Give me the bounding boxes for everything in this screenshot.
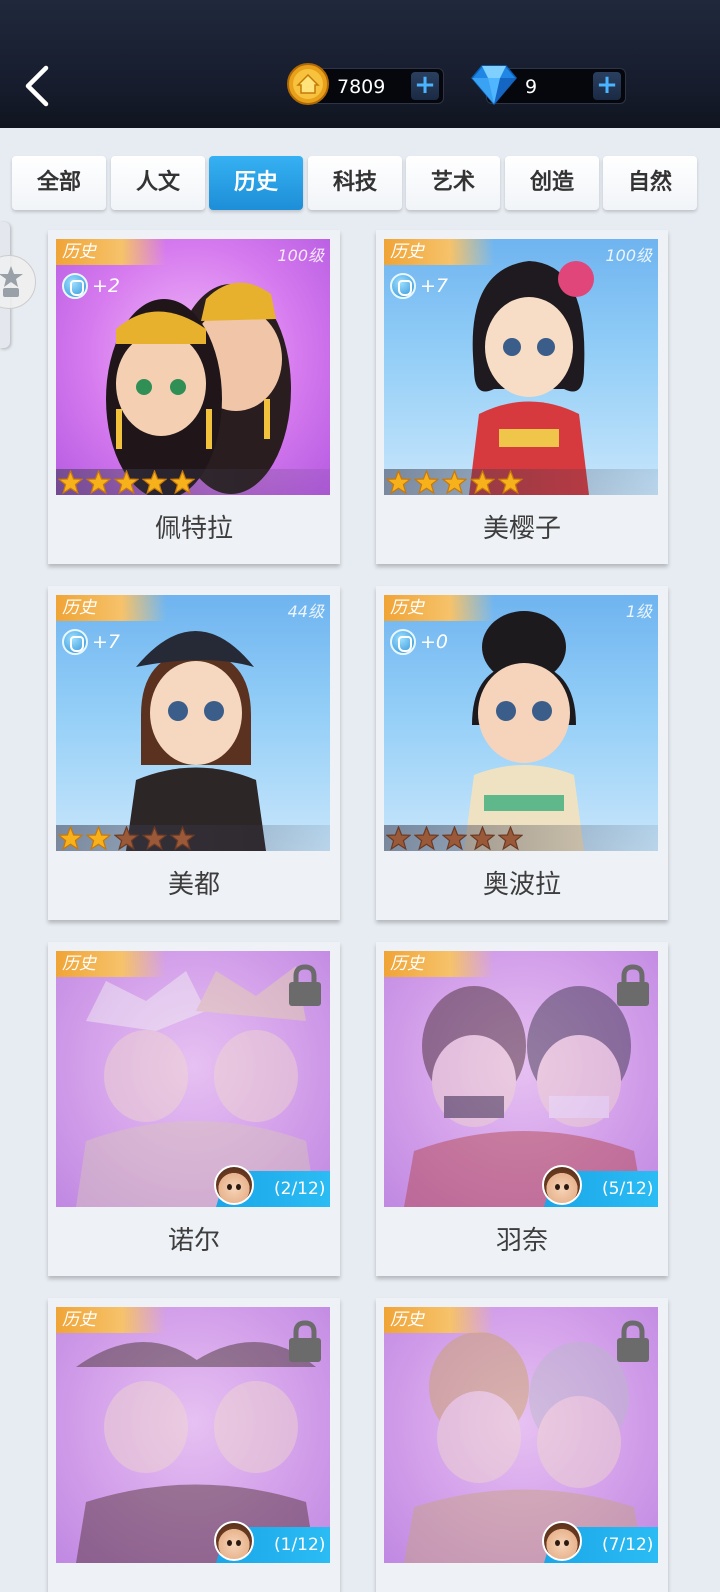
character-name: 奥波拉 [482, 870, 561, 900]
star-icon [142, 470, 167, 495]
star-rating [384, 469, 658, 495]
skill-value: +7 [420, 275, 449, 297]
category-tag: 历史 [384, 951, 494, 977]
star-icon [386, 826, 411, 851]
character-portrait: 历史 100级 +7 [384, 239, 658, 495]
character-portrait: 历史 (2/12) [56, 951, 330, 1207]
star-icon [170, 470, 195, 495]
level-label: 44级 [287, 602, 324, 621]
level-label: 1级 [625, 602, 652, 621]
level-label: 100级 [605, 246, 652, 265]
star-icon [470, 826, 495, 851]
star-icon [498, 470, 523, 495]
gem-amount: 9 [525, 76, 538, 98]
skill-value: +0 [420, 631, 449, 653]
tab-technology[interactable]: 科技 [308, 156, 402, 210]
top-bar: 7809 + 9 + [0, 0, 720, 128]
star-icon [142, 826, 167, 851]
character-card[interactable]: 历史 44级 +7 美都 [48, 586, 340, 920]
star-icon [442, 470, 467, 495]
skill-badge-icon [390, 629, 416, 655]
skill-badge: +2 [62, 273, 120, 299]
skill-badge: +7 [62, 629, 120, 655]
skill-badge: +0 [390, 629, 448, 655]
skill-value: +7 [92, 631, 121, 653]
category-tag: 历史 [384, 239, 494, 265]
category-tag: 历史 [56, 1307, 166, 1333]
category-tabs: 全部 人文 历史 科技 艺术 创造 自然 [0, 128, 720, 226]
character-name: 佩特拉 [154, 514, 233, 544]
star-rating [56, 825, 330, 851]
character-name: 羽奈 [495, 1226, 548, 1256]
add-gems-button[interactable]: + [593, 72, 621, 100]
shard-avatar [542, 1521, 582, 1561]
category-tag: 历史 [56, 951, 166, 977]
star-icon [498, 826, 523, 851]
category-tag: 历史 [384, 595, 494, 621]
tab-history[interactable]: 历史 [209, 156, 303, 210]
character-name: 美都 [167, 870, 220, 900]
level-label: 100级 [277, 246, 324, 265]
character-card[interactable]: 历史 100级 +7 美樱子 [376, 230, 668, 564]
character-card[interactable]: 历史 (5/12) 羽奈 [376, 942, 668, 1276]
star-icon [442, 826, 467, 851]
character-name: 诺尔 [167, 1226, 220, 1256]
shard-avatar [214, 1165, 254, 1205]
character-card[interactable]: 历史 1级 +0 奥波拉 [376, 586, 668, 920]
character-portrait: 历史 (7/12) [384, 1307, 658, 1563]
skill-badge-icon [62, 629, 88, 655]
tab-all[interactable]: 全部 [12, 156, 106, 210]
character-portrait: 历史 44级 +7 [56, 595, 330, 851]
star-icon [86, 826, 111, 851]
star-icon [414, 470, 439, 495]
lock-icon [289, 964, 321, 1006]
skill-badge: +7 [390, 273, 448, 299]
star-icon [114, 826, 139, 851]
skill-value: +2 [92, 275, 121, 297]
lock-icon [617, 1320, 649, 1362]
character-card[interactable]: 历史 (2/12) 诺尔 [48, 942, 340, 1276]
character-card[interactable]: 历史 100级 +2 佩特拉 [48, 230, 340, 564]
diamond-icon [471, 65, 517, 106]
category-tag: 历史 [384, 1307, 494, 1333]
character-portrait: 历史 (5/12) [384, 951, 658, 1207]
character-card[interactable]: 历史 (1/12) [48, 1298, 340, 1592]
coin-amount: 7809 [337, 76, 386, 98]
lock-icon [617, 964, 649, 1006]
star-icon [170, 826, 195, 851]
coin-icon [287, 63, 329, 105]
character-portrait: 历史 1级 +0 [384, 595, 658, 851]
shard-avatar [542, 1165, 582, 1205]
category-tag: 历史 [56, 595, 166, 621]
category-tag: 历史 [56, 239, 166, 265]
star-icon [114, 470, 139, 495]
character-portrait: 历史 100级 +2 [56, 239, 330, 495]
skill-badge-icon [62, 273, 88, 299]
tab-humanities[interactable]: 人文 [111, 156, 205, 210]
star-icon [470, 470, 495, 495]
star-icon [414, 826, 439, 851]
character-name: 美樱子 [482, 514, 561, 544]
tab-creation[interactable]: 创造 [505, 156, 599, 210]
tab-art[interactable]: 艺术 [406, 156, 500, 210]
star-icon [58, 470, 83, 495]
star-icon [58, 826, 83, 851]
back-button[interactable] [18, 64, 62, 108]
skill-badge-icon [390, 273, 416, 299]
star-icon [386, 470, 411, 495]
star-rating [384, 825, 658, 851]
character-portrait: 历史 (1/12) [56, 1307, 330, 1563]
character-card[interactable]: 历史 (7/12) [376, 1298, 668, 1592]
mascot-icon [0, 266, 23, 297]
shard-avatar [214, 1521, 254, 1561]
chevron-left-icon [25, 65, 49, 107]
add-coins-button[interactable]: + [411, 72, 439, 100]
floating-helper-button[interactable] [0, 255, 36, 309]
star-rating [56, 469, 330, 495]
lock-icon [289, 1320, 321, 1362]
tab-nature[interactable]: 自然 [603, 156, 697, 210]
star-icon [86, 470, 111, 495]
